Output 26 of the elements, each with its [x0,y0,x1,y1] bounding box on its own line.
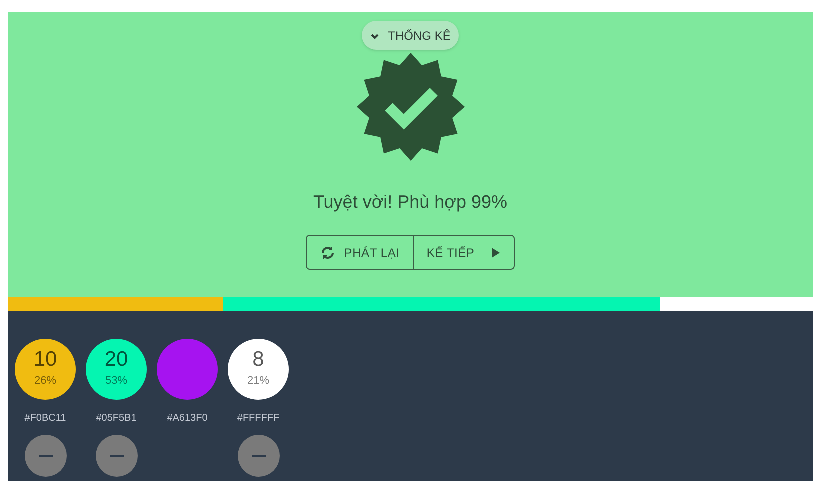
percent-text: 26% [34,374,57,390]
minus-icon [38,455,52,457]
count-text: 20 [104,349,128,370]
hex-code: #FFFFFF [237,412,280,426]
remove-button[interactable] [238,435,280,477]
verified-badge-icon [356,53,464,161]
next-button[interactable]: KẾ TIẾP [412,236,514,269]
color-swatch[interactable]: 8 21% [228,339,289,400]
result-message: Tuyệt vời! Phù hợp 99% [313,191,508,214]
minus-icon [252,455,266,457]
replay-button[interactable]: PHÁT LẠI [307,236,413,269]
remove-button[interactable] [24,435,66,477]
play-icon [490,246,501,258]
percent-text: 53% [105,374,128,390]
stats-toggle[interactable]: THỐNG KÊ [362,21,459,50]
count-text: 8 [252,349,264,370]
percent-text: 21% [247,374,270,390]
remove-button[interactable] [96,435,138,477]
minus-icon [110,455,124,457]
color-swatch[interactable]: 20 53% [86,339,147,400]
count-text: 10 [34,349,58,370]
hex-code: #F0BC11 [24,412,66,426]
hex-code: #A613F0 [167,412,208,426]
color-swatch[interactable]: 10 26% [15,339,76,400]
refresh-icon [320,244,336,260]
hex-code: #05F5B1 [96,412,137,426]
